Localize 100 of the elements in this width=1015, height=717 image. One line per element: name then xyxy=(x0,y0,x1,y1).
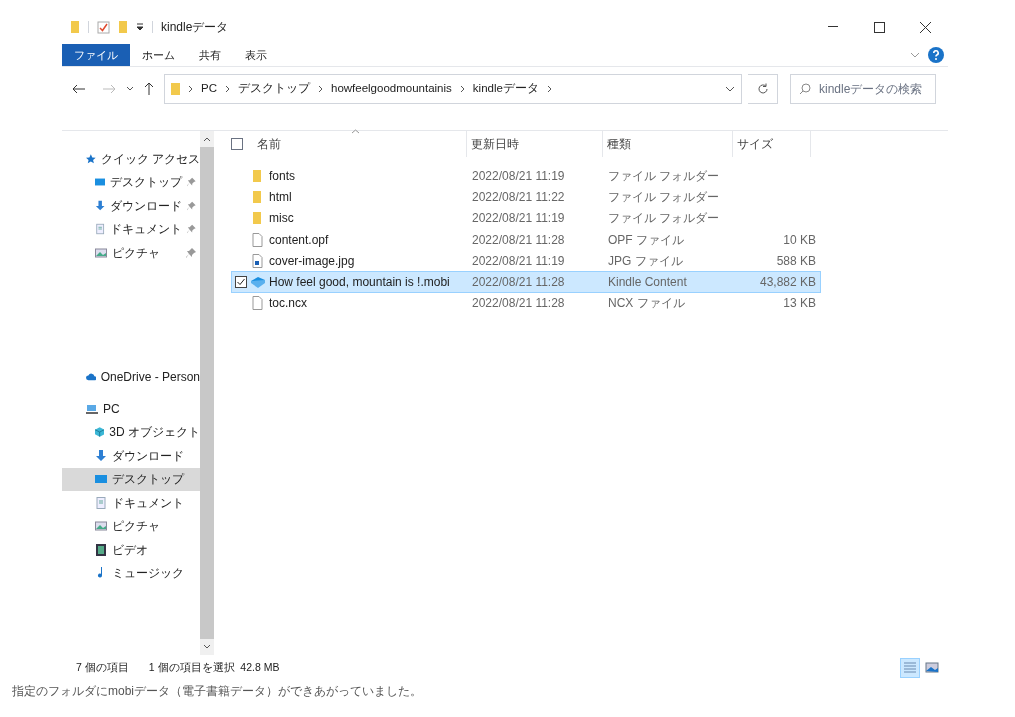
file-row[interactable]: fonts 2022/08/21 11:19 ファイル フォルダー xyxy=(231,165,821,187)
download-arrow-icon xyxy=(95,199,106,212)
file-size: 10 KB xyxy=(782,231,817,249)
nav-item[interactable]: ピクチャ xyxy=(62,514,200,538)
ribbon-tab[interactable]: ファイル xyxy=(62,44,130,66)
star-icon xyxy=(86,152,96,165)
file-name: misc xyxy=(269,210,294,228)
up-arrow-icon[interactable] xyxy=(144,82,154,95)
chevron-right-icon xyxy=(459,84,465,93)
column-header[interactable]: 更新日時 xyxy=(467,131,603,157)
document-icon xyxy=(95,223,106,236)
file-name: fonts xyxy=(269,167,295,185)
file-type: OPF ファイル xyxy=(607,231,685,249)
close-icon xyxy=(919,21,931,33)
checkbox-icon[interactable] xyxy=(235,276,247,289)
dropdown-icon[interactable] xyxy=(136,23,144,31)
picture-icon xyxy=(95,246,107,259)
chevron-right-icon xyxy=(188,84,193,93)
scroll-up-icon[interactable] xyxy=(200,131,214,147)
document-icon xyxy=(251,296,265,311)
file-type: ファイル フォルダー xyxy=(607,188,721,206)
breadcrumb[interactable]: デスクトップ xyxy=(238,79,310,98)
file-row[interactable]: toc.ncx 2022/08/21 11:28 NCX ファイル 13 KB xyxy=(231,292,821,315)
file-name: How feel good, mountain is !.mobi xyxy=(269,274,450,292)
nav-item[interactable]: デスクトップ xyxy=(62,467,200,491)
film-icon xyxy=(95,543,107,556)
column-header[interactable]: 種類 xyxy=(603,131,733,157)
minimize-icon xyxy=(828,26,838,28)
scrollbar[interactable] xyxy=(200,131,214,655)
nav-item[interactable]: ドキュメント xyxy=(62,491,200,515)
breadcrumb[interactable]: howfeelgoodmountainis xyxy=(331,79,452,98)
computer-icon xyxy=(86,402,98,415)
file-type: ファイル フォルダー xyxy=(607,210,721,228)
window-title: kindleデータ xyxy=(161,19,229,36)
cube-icon xyxy=(95,426,105,439)
modified-date: 2022/08/21 11:19 xyxy=(471,210,566,228)
breadcrumb[interactable]: PC xyxy=(201,79,217,98)
file-row[interactable]: cover-image.jpg 2022/08/21 11:19 JPG ファイル 588 KB xyxy=(231,250,821,272)
modified-date: 2022/08/21 11:19 xyxy=(471,167,566,185)
file-type: Kindle Content xyxy=(607,274,688,292)
select-all-checkbox[interactable] xyxy=(231,138,243,150)
back-arrow-icon[interactable] xyxy=(72,83,86,94)
nav-item[interactable]: クイック アクセス xyxy=(62,147,200,171)
nav-item[interactable]: PC xyxy=(62,397,200,421)
ribbon-tab[interactable]: 表示 xyxy=(233,44,279,66)
monitor-icon xyxy=(95,473,107,486)
column-header[interactable]: サイズ xyxy=(733,131,811,157)
file-type: NCX ファイル xyxy=(607,295,686,313)
document-icon xyxy=(95,496,107,509)
modified-date: 2022/08/21 11:28 xyxy=(471,295,566,313)
file-type: ファイル フォルダー xyxy=(607,167,721,185)
ribbon-tab[interactable]: 共有 xyxy=(187,44,233,66)
file-row[interactable]: misc 2022/08/21 11:19 ファイル フォルダー xyxy=(231,207,821,229)
properties-icon[interactable] xyxy=(97,20,110,34)
scroll-down-icon[interactable] xyxy=(200,639,214,655)
document-icon xyxy=(251,232,265,247)
folder-icon xyxy=(70,20,80,34)
file-name: html xyxy=(269,188,292,206)
modified-date: 2022/08/21 11:22 xyxy=(471,188,566,206)
column-header[interactable]: 名前 xyxy=(253,131,467,157)
breadcrumb[interactable]: kindleデータ xyxy=(472,79,539,98)
file-name: toc.ncx xyxy=(269,295,307,313)
nav-item[interactable]: ドキュメント xyxy=(62,217,200,241)
selection-status: 1 個の項目を選択 42.8 MB xyxy=(148,659,280,675)
sort-caret-icon xyxy=(351,129,360,134)
chevron-down-icon[interactable] xyxy=(126,86,134,91)
nav-item[interactable]: ダウンロード xyxy=(62,444,200,468)
modified-date: 2022/08/21 11:28 xyxy=(471,274,566,292)
nav-item[interactable]: ピクチャ xyxy=(62,241,200,265)
file-name: cover-image.jpg xyxy=(269,252,355,270)
maximize-icon xyxy=(873,21,885,33)
refresh-icon xyxy=(756,82,769,95)
file-row[interactable]: How feel good, mountain is !.mobi 2022/08/21 11:28 Kindle Content 43,882 KB xyxy=(231,271,821,293)
nav-item[interactable]: デスクトップ xyxy=(62,170,200,194)
file-row[interactable]: html 2022/08/21 11:22 ファイル フォルダー xyxy=(231,186,821,208)
file-row[interactable]: content.opf 2022/08/21 11:28 OPF ファイル 10 KB xyxy=(231,228,821,251)
nav-item[interactable]: ミュージック xyxy=(62,561,200,585)
ribbon-tab[interactable]: ホーム xyxy=(130,44,187,66)
search-field[interactable]: kindleデータの検索 xyxy=(790,73,936,104)
nav-item[interactable]: OneDrive - Person xyxy=(62,365,200,389)
search-icon xyxy=(799,82,811,95)
nav-item[interactable]: ダウンロード xyxy=(62,194,200,218)
details-view-icon xyxy=(901,659,919,676)
file-size: 588 KB xyxy=(775,252,817,270)
chevron-down-icon[interactable] xyxy=(725,85,735,92)
caption: 指定のフォルダにmobiデータ（電子書籍データ）ができあがっていました。 xyxy=(12,683,422,700)
chevron-right-icon xyxy=(225,84,230,93)
large-icons-view-icon xyxy=(923,659,941,676)
file-size: 43,882 KB xyxy=(758,274,817,292)
folder-icon xyxy=(171,81,180,96)
file-type: JPG ファイル xyxy=(607,252,684,270)
nav-item[interactable]: ビデオ xyxy=(62,538,200,562)
download-arrow-icon xyxy=(95,449,107,462)
item-count: 7 個の項目 xyxy=(76,659,129,675)
nav-item[interactable]: 3D オブジェクト xyxy=(62,420,200,444)
chevron-right-icon xyxy=(318,84,323,93)
address-bar[interactable]: PC デスクトップ howfeelgoodmountainis kindleデータ xyxy=(164,73,742,104)
help-icon[interactable] xyxy=(928,47,944,63)
chevron-right-icon[interactable] xyxy=(546,84,552,93)
picture-icon xyxy=(95,520,107,533)
